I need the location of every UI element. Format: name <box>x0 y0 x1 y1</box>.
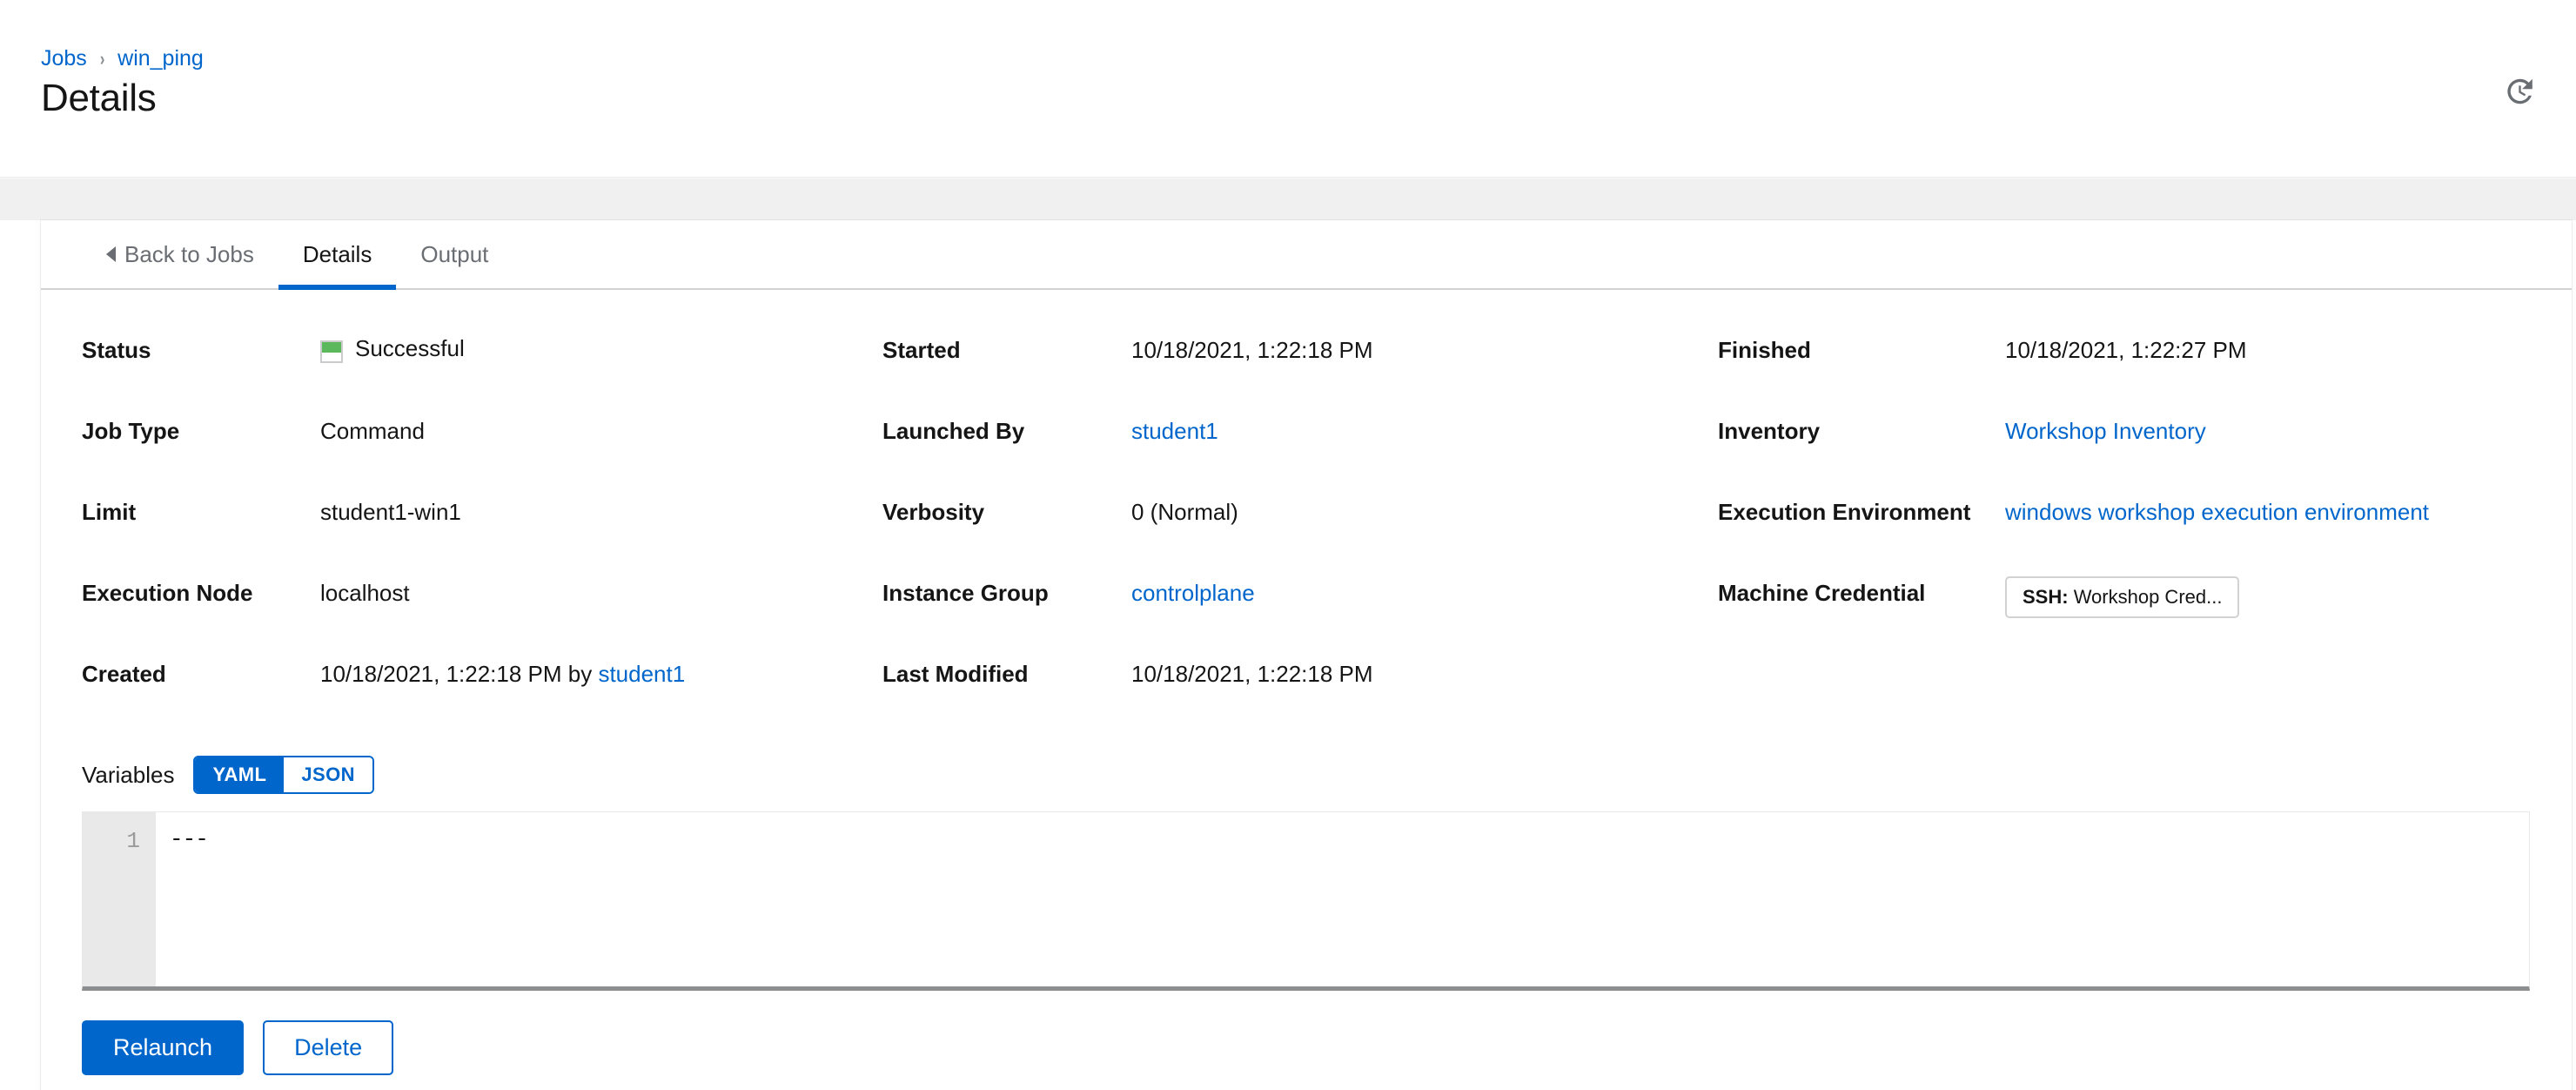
toggle-yaml[interactable]: YAML <box>195 757 285 792</box>
field-finished: Finished 10/18/2021, 1:22:27 PM <box>1718 335 2531 416</box>
field-limit-value: student1-win1 <box>320 499 461 525</box>
field-status-label: Status <box>82 337 151 363</box>
tab-back-to-jobs-label: Back to Jobs <box>124 240 254 267</box>
line-number: 1 <box>126 828 140 854</box>
field-created-user[interactable]: student1 <box>598 661 685 687</box>
field-started-label: Started <box>882 337 961 363</box>
field-job-type: Job Type Command <box>82 416 882 497</box>
field-machine-credential: Machine Credential SSH: Workshop Cred... <box>1718 576 2531 659</box>
field-created-label: Created <box>82 661 166 687</box>
delete-button[interactable]: Delete <box>263 1020 394 1076</box>
tab-details-label: Details <box>302 240 372 267</box>
field-verbosity: Verbosity 0 (Normal) <box>882 497 1718 578</box>
toggle-json[interactable]: JSON <box>284 757 372 792</box>
relaunch-button[interactable]: Relaunch <box>82 1020 245 1076</box>
field-created-value: 10/18/2021, 1:22:18 PM by student1 <box>320 659 685 688</box>
field-machine-credential-label: Machine Credential <box>1718 580 1926 606</box>
status-successful-icon <box>320 340 343 363</box>
field-verbosity-value: 0 (Normal) <box>1131 499 1238 525</box>
field-last-modified-value: 10/18/2021, 1:22:18 PM <box>1131 661 1373 687</box>
tab-output-label: Output <box>420 240 489 267</box>
machine-credential-chip[interactable]: SSH: Workshop Cred... <box>2005 576 2240 618</box>
field-verbosity-label: Verbosity <box>882 499 985 525</box>
field-limit-label: Limit <box>82 499 137 525</box>
page-background-band <box>0 179 2576 220</box>
machine-credential-chip-prefix: SSH: <box>2023 586 2069 608</box>
editor-line-numbers: 1 <box>83 812 156 986</box>
field-execution-node: Execution Node localhost <box>82 578 882 659</box>
field-last-modified-label: Last Modified <box>882 661 1029 687</box>
field-job-type-value: Command <box>320 418 425 444</box>
field-instance-group-value[interactable]: controlplane <box>1131 580 1255 606</box>
field-created: Created 10/18/2021, 1:22:18 PM by studen… <box>82 659 882 740</box>
page-header: Jobs › win_ping Details <box>0 0 2576 179</box>
field-started-value: 10/18/2021, 1:22:18 PM <box>1131 337 1373 363</box>
tab-back-to-jobs[interactable]: Back to Jobs <box>82 220 278 288</box>
page-title: Details <box>41 77 157 119</box>
field-execution-environment-value[interactable]: windows workshop execution environment <box>2005 499 2429 525</box>
variables-format-toggle[interactable]: YAML JSON <box>193 756 374 794</box>
field-inventory-value[interactable]: Workshop Inventory <box>2005 418 2206 444</box>
tab-details[interactable]: Details <box>278 220 397 290</box>
action-buttons: Relaunch Delete <box>41 991 2572 1076</box>
field-instance-group-label: Instance Group <box>882 580 1049 606</box>
details-grid: Status Successful Started 10/18/2021, 1:… <box>82 335 2531 740</box>
variables-label: Variables <box>82 761 175 788</box>
field-launched-by: Launched By student1 <box>882 416 1718 497</box>
field-execution-node-label: Execution Node <box>82 580 253 606</box>
field-finished-value: 10/18/2021, 1:22:27 PM <box>2005 337 2247 363</box>
history-icon[interactable] <box>2496 69 2541 114</box>
field-status-value: Successful <box>320 335 465 363</box>
tab-bar: Back to Jobs Details Output <box>41 220 2572 290</box>
variables-header: Variables YAML JSON <box>82 756 2531 794</box>
field-launched-by-label: Launched By <box>882 418 1025 444</box>
caret-left-icon <box>106 246 116 262</box>
variables-code-editor[interactable]: 1 --- <box>82 811 2530 991</box>
field-instance-group: Instance Group controlplane <box>882 578 1718 659</box>
field-finished-label: Finished <box>1718 337 1811 363</box>
field-execution-environment-label: Execution Environment <box>1718 499 1971 525</box>
breadcrumb-win-ping[interactable]: win_ping <box>117 48 204 70</box>
editor-content[interactable]: --- <box>156 812 2529 986</box>
field-execution-environment: Execution Environment windows workshop e… <box>1718 497 2531 578</box>
breadcrumb: Jobs › win_ping <box>41 48 204 70</box>
status-badge: Successful <box>355 335 465 361</box>
field-execution-node-value: localhost <box>320 580 410 606</box>
tab-output[interactable]: Output <box>396 220 513 288</box>
field-limit: Limit student1-win1 <box>82 497 882 578</box>
field-status: Status Successful <box>82 335 882 416</box>
field-created-timestamp: 10/18/2021, 1:22:18 PM by <box>320 661 599 687</box>
job-details-card: Back to Jobs Details Output Status Succe… <box>41 220 2572 1090</box>
field-inventory-label: Inventory <box>1718 418 1821 444</box>
field-job-type-label: Job Type <box>82 418 180 444</box>
field-started: Started 10/18/2021, 1:22:18 PM <box>882 335 1718 416</box>
field-inventory: Inventory Workshop Inventory <box>1718 416 2531 497</box>
details-section: Status Successful Started 10/18/2021, 1:… <box>41 290 2572 740</box>
variables-section: Variables YAML JSON 1 --- <box>41 740 2572 991</box>
machine-credential-chip-label: Workshop Cred... <box>2073 586 2223 608</box>
field-launched-by-value[interactable]: student1 <box>1131 418 1218 444</box>
field-last-modified: Last Modified 10/18/2021, 1:22:18 PM <box>882 659 1718 740</box>
field-spacer <box>1718 659 2531 740</box>
breadcrumb-jobs[interactable]: Jobs <box>41 48 87 70</box>
breadcrumb-separator-icon: › <box>99 47 105 70</box>
